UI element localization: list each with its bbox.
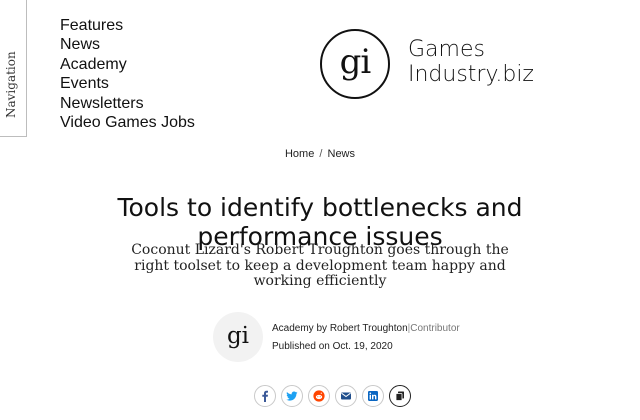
navigation-tab-label: Navigation: [4, 51, 18, 118]
menu-item-academy[interactable]: Academy: [60, 55, 195, 74]
linkedin-icon: [368, 391, 378, 401]
navigation-tab[interactable]: Navigation: [0, 0, 27, 137]
logo-mark: gi: [339, 42, 372, 82]
byline: Academy by Robert Troughton|Contributor: [272, 323, 460, 334]
logo-line-1: Games: [408, 37, 485, 62]
share-copy-button[interactable]: [389, 385, 411, 407]
menu-item-video-games-jobs[interactable]: Video Games Jobs: [60, 113, 195, 132]
share-twitter-button[interactable]: [281, 385, 303, 407]
site-logo[interactable]: gi: [320, 29, 390, 99]
breadcrumb-home[interactable]: Home: [285, 148, 314, 160]
email-icon: [341, 392, 351, 400]
menu-item-features[interactable]: Features: [60, 16, 195, 35]
avatar-mark: gi: [226, 322, 250, 349]
facebook-icon: [262, 390, 268, 402]
byline-role: Contributor: [410, 323, 460, 334]
published-date: Published on Oct. 19, 2020: [272, 341, 393, 352]
breadcrumb-news[interactable]: News: [328, 148, 356, 160]
menu-item-newsletters[interactable]: Newsletters: [60, 94, 195, 113]
byline-author[interactable]: Robert Troughton: [330, 323, 408, 334]
twitter-icon: [286, 391, 298, 401]
main-menu: Features News Academy Events Newsletters…: [60, 16, 195, 132]
copy-icon: [395, 391, 404, 401]
share-linkedin-button[interactable]: [362, 385, 384, 407]
share-bar: [254, 385, 411, 407]
article-subtitle: Coconut Lizard's Robert Troughton goes t…: [131, 242, 509, 289]
share-reddit-button[interactable]: [308, 385, 330, 407]
byline-by: by: [316, 323, 328, 334]
reddit-icon: [313, 390, 325, 402]
menu-item-events[interactable]: Events: [60, 74, 195, 93]
share-email-button[interactable]: [335, 385, 357, 407]
byline-section[interactable]: Academy: [272, 323, 314, 334]
site-logo-text[interactable]: Games Industry.biz: [408, 37, 534, 87]
breadcrumb: Home / News: [0, 148, 640, 160]
breadcrumb-separator: /: [319, 148, 323, 160]
share-facebook-button[interactable]: [254, 385, 276, 407]
menu-item-news[interactable]: News: [60, 35, 195, 54]
logo-line-2: Industry.biz: [408, 62, 534, 87]
avatar[interactable]: gi: [213, 312, 263, 362]
